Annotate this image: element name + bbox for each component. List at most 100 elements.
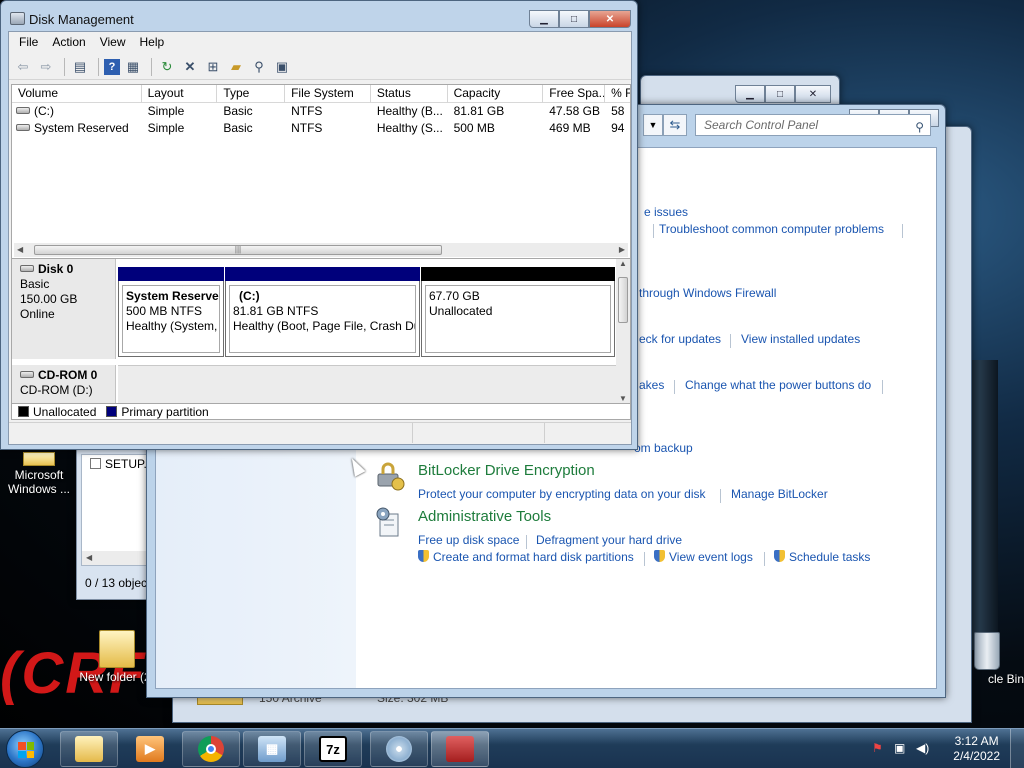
- partition-name: System Reserve: [126, 289, 219, 303]
- action-center-flag-icon[interactable]: ⚑: [872, 741, 883, 755]
- scrollbar-thumb[interactable]: [618, 277, 628, 323]
- link-power-akes[interactable]: akes: [639, 378, 664, 392]
- cell-volume: (C:): [12, 103, 142, 120]
- taskbar-media-player[interactable]: ▶: [121, 731, 179, 767]
- column-header-status[interactable]: Status: [371, 85, 448, 103]
- link-manage-bitlocker[interactable]: Manage BitLocker: [731, 487, 828, 501]
- scroll-up-arrow-icon[interactable]: ▲: [619, 259, 627, 268]
- explorer-window[interactable]: SETUP.E ◀ 0 / 13 object: [76, 445, 155, 600]
- show-desktop-button[interactable]: [1010, 729, 1024, 768]
- back-arrow-icon[interactable]: ⇦: [13, 57, 33, 77]
- show-hide-console-tree-icon[interactable]: ▤: [70, 57, 90, 77]
- volume-list-horizontal-scrollbar[interactable]: ◀ ||| ▶: [14, 243, 628, 257]
- link-troubleshoot[interactable]: Troubleshoot common computer problems: [659, 222, 884, 236]
- drive-icon: [16, 107, 30, 114]
- scroll-left-arrow-icon[interactable]: ◀: [86, 551, 92, 565]
- partition-system-reserved[interactable]: System Reserve 500 MB NTFS Healthy (Syst…: [118, 267, 224, 357]
- desktop-icon-microsoft-windows[interactable]: Microsoft Windows ...: [0, 452, 78, 496]
- table-row[interactable]: System Reserved Simple Basic NTFS Health…: [12, 120, 630, 137]
- disk-0-label[interactable]: Disk 0 Basic 150.00 GB Online: [12, 259, 116, 359]
- cell-file-system: NTFS: [291, 104, 323, 118]
- refresh-button[interactable]: ⇆: [663, 114, 687, 136]
- properties-icon[interactable]: ⊞: [203, 57, 223, 77]
- taskbar-explorer[interactable]: [60, 731, 118, 767]
- column-header-capacity[interactable]: Capacity: [448, 85, 544, 103]
- scroll-down-arrow-icon[interactable]: ▼: [619, 394, 627, 403]
- network-icon[interactable]: ▣: [894, 741, 905, 755]
- uac-shield-icon: [654, 550, 665, 562]
- explore-icon[interactable]: ⚲: [249, 57, 269, 77]
- menu-file[interactable]: File: [19, 35, 38, 49]
- link-check-updates[interactable]: eck for updates: [639, 332, 721, 346]
- minimize-button[interactable]: ▁: [735, 85, 765, 103]
- menu-help[interactable]: Help: [140, 35, 165, 49]
- minimize-button[interactable]: ▁: [529, 10, 559, 28]
- column-header-file-system[interactable]: File System: [285, 85, 371, 103]
- partition-unallocated[interactable]: 67.70 GB Unallocated: [421, 267, 615, 357]
- taskbar-disc-image[interactable]: [370, 731, 428, 767]
- link-schedule-tasks[interactable]: Schedule tasks: [774, 550, 870, 564]
- disk-management-window[interactable]: Disk Management ▁ □ ✕ File Action View H…: [0, 0, 638, 450]
- taskbar-computer-management[interactable]: [431, 731, 489, 767]
- link-backup[interactable]: om backup: [634, 441, 693, 455]
- taskbar-7zip[interactable]: 7z: [304, 731, 362, 767]
- clock[interactable]: 3:12 AM 2/4/2022: [953, 734, 1000, 764]
- refresh-icon[interactable]: ↻: [157, 57, 177, 77]
- column-header-volume[interactable]: Volume: [12, 85, 142, 103]
- cell-volume-label: (C:): [34, 104, 54, 118]
- cdrom-name-text: CD-ROM 0: [38, 368, 98, 382]
- link-event-logs-label: View event logs: [669, 550, 753, 564]
- properties-pane-icon[interactable]: ▦: [123, 57, 143, 77]
- windows-logo-icon: [18, 742, 34, 758]
- horizontal-scrollbar[interactable]: ◀: [82, 551, 152, 565]
- link-free-disk-space[interactable]: Free up disk space: [418, 533, 519, 547]
- volume-icon[interactable]: ◀): [916, 741, 929, 755]
- close-button[interactable]: ✕: [589, 10, 631, 28]
- taskbar-control-panel[interactable]: ▦: [243, 731, 301, 767]
- help-icon[interactable]: ?: [104, 58, 120, 75]
- link-power-buttons[interactable]: Change what the power buttons do: [685, 378, 871, 392]
- start-button[interactable]: [6, 730, 44, 768]
- search-input[interactable]: Search Control Panel ⚲: [695, 114, 931, 136]
- link-create-partitions[interactable]: Create and format hard disk partitions: [418, 550, 634, 564]
- maximize-button[interactable]: □: [559, 10, 589, 28]
- menu-view[interactable]: View: [100, 35, 126, 49]
- background-window-top[interactable]: ▁ □ ✕: [640, 75, 840, 105]
- link-defragment[interactable]: Defragment your hard drive: [536, 533, 682, 547]
- scroll-left-arrow-icon[interactable]: ◀: [17, 243, 23, 257]
- partition-name: (C:): [239, 289, 260, 303]
- column-header-percent-free[interactable]: % F: [605, 85, 630, 103]
- disk-0-state: Online: [20, 307, 55, 321]
- status-bar-pane: [413, 423, 545, 443]
- table-row[interactable]: (C:) Simple Basic NTFS Healthy (B... 81.…: [12, 103, 630, 120]
- folder-icon: [23, 452, 55, 466]
- link-installed-updates[interactable]: View installed updates: [741, 332, 860, 346]
- link-issues[interactable]: e issues: [644, 205, 688, 219]
- partition-c-drive[interactable]: (C:) 81.81 GB NTFS Healthy (Boot, Page F…: [225, 267, 420, 357]
- menu-action[interactable]: Action: [52, 35, 85, 49]
- link-firewall[interactable]: through Windows Firewall: [639, 286, 776, 300]
- cdrom-0-label[interactable]: CD-ROM 0 CD-ROM (D:): [12, 365, 116, 403]
- scroll-right-arrow-icon[interactable]: ▶: [619, 243, 625, 257]
- desktop-icon-new-folder[interactable]: New folder (2): [78, 630, 156, 684]
- taskbar-chrome[interactable]: [182, 731, 240, 767]
- column-header-layout[interactable]: Layout: [142, 85, 218, 103]
- link-protect-computer[interactable]: Protect your computer by encrypting data…: [418, 487, 705, 501]
- disk-help-icon[interactable]: ▣: [272, 57, 292, 77]
- link-event-logs[interactable]: View event logs: [654, 550, 753, 564]
- forward-arrow-icon[interactable]: ⇨: [36, 57, 56, 77]
- column-header-free-space[interactable]: Free Spa...: [543, 85, 606, 103]
- cell-status: Healthy (S...: [376, 121, 443, 135]
- column-header-type[interactable]: Type: [217, 85, 286, 103]
- bitlocker-heading[interactable]: BitLocker Drive Encryption: [418, 462, 595, 479]
- close-button[interactable]: ✕: [795, 85, 831, 103]
- delete-icon[interactable]: ✕: [180, 57, 200, 77]
- administrative-tools-heading[interactable]: Administrative Tools: [418, 508, 551, 525]
- cell-percent-free: 94: [611, 121, 625, 135]
- address-dropdown-button[interactable]: ▼: [643, 114, 663, 136]
- uac-shield-icon: [418, 550, 429, 562]
- open-folder-icon[interactable]: ▰: [226, 57, 246, 77]
- maximize-button[interactable]: □: [765, 85, 795, 103]
- graphical-view-vertical-scrollbar[interactable]: ▲ ▼: [616, 259, 630, 403]
- scrollbar-thumb[interactable]: |||: [34, 245, 442, 255]
